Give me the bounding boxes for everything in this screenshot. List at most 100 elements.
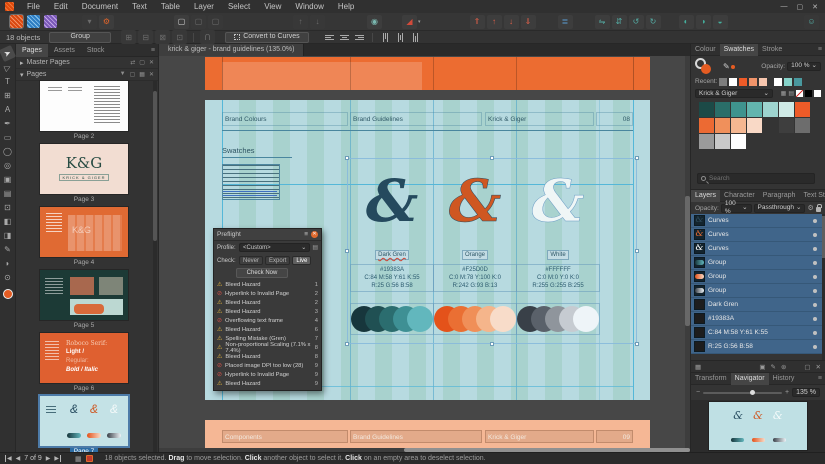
add-layer-icon[interactable]: ▢ — [804, 363, 810, 371]
insert-on-top-icon[interactable]: ⊠ — [155, 30, 170, 44]
toolbar-button[interactable]: ▾ — [82, 15, 97, 29]
boolean-intersect-icon[interactable]: ◒ — [713, 15, 728, 29]
page-header-center[interactable]: Brand Guidelines — [350, 112, 482, 126]
import-up-icon[interactable]: ↑ — [293, 15, 308, 29]
layer-visibility-dot[interactable] — [813, 247, 817, 251]
align-middle-icon[interactable] — [398, 33, 403, 42]
move-backward-icon[interactable]: ↓ — [504, 15, 519, 29]
designer-persona-button[interactable] — [27, 15, 40, 28]
layer-row[interactable]: Group — [691, 270, 825, 284]
layer-visibility-dot[interactable] — [813, 289, 817, 293]
no-colour-swatch[interactable] — [796, 90, 803, 97]
preflight-status-icon[interactable] — [86, 455, 93, 462]
layer-visibility-dot[interactable] — [813, 303, 817, 307]
colour-values[interactable]: #19383A C:84 M:58 Y:61 K:55 R:25 G:56 B:… — [350, 264, 434, 292]
swatch[interactable] — [747, 102, 762, 117]
layer-settings-gear-icon[interactable]: ⚙ — [807, 204, 813, 212]
layer-visibility-dot[interactable] — [813, 233, 817, 237]
publisher-persona-button[interactable] — [10, 15, 23, 28]
swatch-card-orange[interactable]: & Orange #F25D0D C:0 M:78 Y:100 K:0 R:24… — [433, 162, 517, 335]
import-down-icon[interactable]: ↓ — [310, 15, 325, 29]
menu-file[interactable]: File — [20, 0, 47, 13]
colour-values[interactable]: #F25D0D C:0 M:78 Y:100 K:0 R:242 G:93 B:… — [433, 264, 517, 292]
tint-circles-group[interactable] — [350, 303, 434, 335]
next-page-button[interactable]: ▶ — [46, 455, 51, 462]
menu-view[interactable]: View — [257, 0, 288, 13]
page-thumb-3[interactable]: K&G KRICK & GIGER Page 3 — [40, 144, 128, 204]
group-button[interactable]: Group — [49, 32, 111, 43]
transfer-pages-icon[interactable]: ⇄ — [130, 59, 135, 66]
check-mode-never[interactable]: Never — [239, 256, 263, 265]
pages-section[interactable]: ▾ Pages ▼▢▦✕ — [16, 69, 158, 81]
search-input[interactable] — [709, 175, 809, 182]
preflight-close-icon[interactable]: ✕ — [311, 231, 318, 238]
menu-window[interactable]: Window — [288, 0, 330, 13]
picture-frame-tool[interactable]: ▣ — [1, 173, 14, 186]
artistic-text-tool[interactable]: A — [1, 103, 14, 116]
swatch[interactable] — [747, 118, 762, 133]
navigator-page-thumb[interactable]: & & & — [709, 402, 807, 450]
fill-colour-indicator[interactable] — [3, 289, 13, 299]
previous-page-button[interactable]: ◀ — [16, 455, 21, 462]
swatch[interactable] — [715, 134, 730, 149]
tab-pages[interactable]: Pages — [16, 44, 48, 57]
recent-swatch[interactable] — [719, 78, 727, 86]
page-thumb-5[interactable]: Page 5 — [40, 270, 128, 330]
move-forward-icon[interactable]: ↑ — [487, 15, 502, 29]
colour-values[interactable]: #FFFFFF C:0 M:0 Y:0 K:0 R:255 G:255 B:25… — [516, 264, 600, 292]
layer-row[interactable]: &Curves — [691, 242, 825, 256]
layers-opacity-value[interactable]: 100 %⌄ — [721, 204, 752, 213]
lock-icon[interactable] — [816, 207, 821, 212]
tab-history[interactable]: History — [769, 373, 799, 385]
preflight-issue[interactable]: ⊘Hyperlink to Invalid Page9 — [214, 370, 321, 379]
preflight-issue[interactable]: ⚠Bleed Hazard2 — [214, 298, 321, 307]
fill-stroke-indicator[interactable] — [695, 58, 721, 74]
last-page-button[interactable]: ▶ — [54, 455, 61, 462]
layer-visibility-dot[interactable] — [813, 331, 817, 335]
move-to-front-icon[interactable]: ⇑ — [470, 15, 485, 29]
swatch[interactable] — [779, 102, 794, 117]
grid-view-icon[interactable]: ▦ — [781, 90, 787, 97]
layer-visibility-dot[interactable] — [813, 219, 817, 223]
swatch[interactable] — [795, 118, 810, 133]
list-view-icon[interactable]: ▤ — [788, 90, 794, 97]
page-folio[interactable]: 08 — [596, 112, 633, 126]
panel-menu-icon[interactable]: ≡ — [151, 47, 158, 54]
profile-options-icon[interactable]: ▤ — [312, 244, 318, 251]
page-thumb-6[interactable]: Roboco Serif: Light / Regular: Bold / It… — [40, 333, 128, 393]
recent-swatch[interactable] — [749, 78, 757, 86]
layer-row[interactable]: #19383A — [691, 312, 825, 326]
page-thumb-7-selected[interactable]: &&& Page 7 — [40, 396, 128, 456]
preflight-panel[interactable]: Preflight ≡ ✕ Profile: <Custom>⌄ ▤ Check… — [213, 228, 322, 391]
swatch[interactable] — [763, 102, 778, 117]
menu-document[interactable]: Document — [75, 0, 125, 13]
swatch[interactable] — [795, 102, 810, 117]
page-header-left[interactable]: Brand Colours — [222, 112, 348, 126]
restore-button[interactable]: ▢ — [797, 3, 804, 11]
align-center-icon[interactable] — [340, 35, 349, 40]
boolean-subtract-icon[interactable]: ◑ — [696, 15, 711, 29]
close-button[interactable]: ✕ — [812, 3, 818, 11]
text-wrap-icon[interactable]: ≣ — [558, 15, 573, 29]
panel-menu-icon[interactable]: ≡ — [818, 375, 825, 382]
preflight-issue[interactable]: ⚠Bleed Hazard1 — [214, 280, 321, 289]
layer-visibility-dot[interactable] — [813, 345, 817, 349]
swatch[interactable] — [699, 118, 714, 133]
link-layer-icon[interactable]: ▦ — [695, 363, 701, 371]
mask-layer-icon[interactable]: ▣ — [759, 363, 765, 371]
align-left-icon[interactable] — [325, 35, 334, 40]
layer-row[interactable]: R:25 G:56 B:58 — [691, 340, 825, 354]
snapping-magnet-icon[interactable]: U — [200, 30, 215, 44]
rectangle-tool[interactable]: ▭ — [1, 131, 14, 144]
first-page-button[interactable]: ◀ — [5, 455, 12, 462]
blend-mode-select[interactable]: Passthrough⌄ — [754, 204, 806, 213]
preflight-chilli-icon[interactable]: ◢ — [402, 15, 417, 29]
colour-name-label[interactable]: Orange — [462, 250, 488, 260]
check-now-button[interactable]: Check Now — [236, 268, 288, 278]
minimize-button[interactable]: — — [781, 3, 788, 11]
filter-icon[interactable]: ▼ — [120, 71, 126, 78]
swatch[interactable] — [731, 102, 746, 117]
swatch[interactable] — [715, 118, 730, 133]
move-to-back-icon[interactable]: ⇓ — [521, 15, 536, 29]
tab-stock[interactable]: Stock — [81, 44, 111, 57]
